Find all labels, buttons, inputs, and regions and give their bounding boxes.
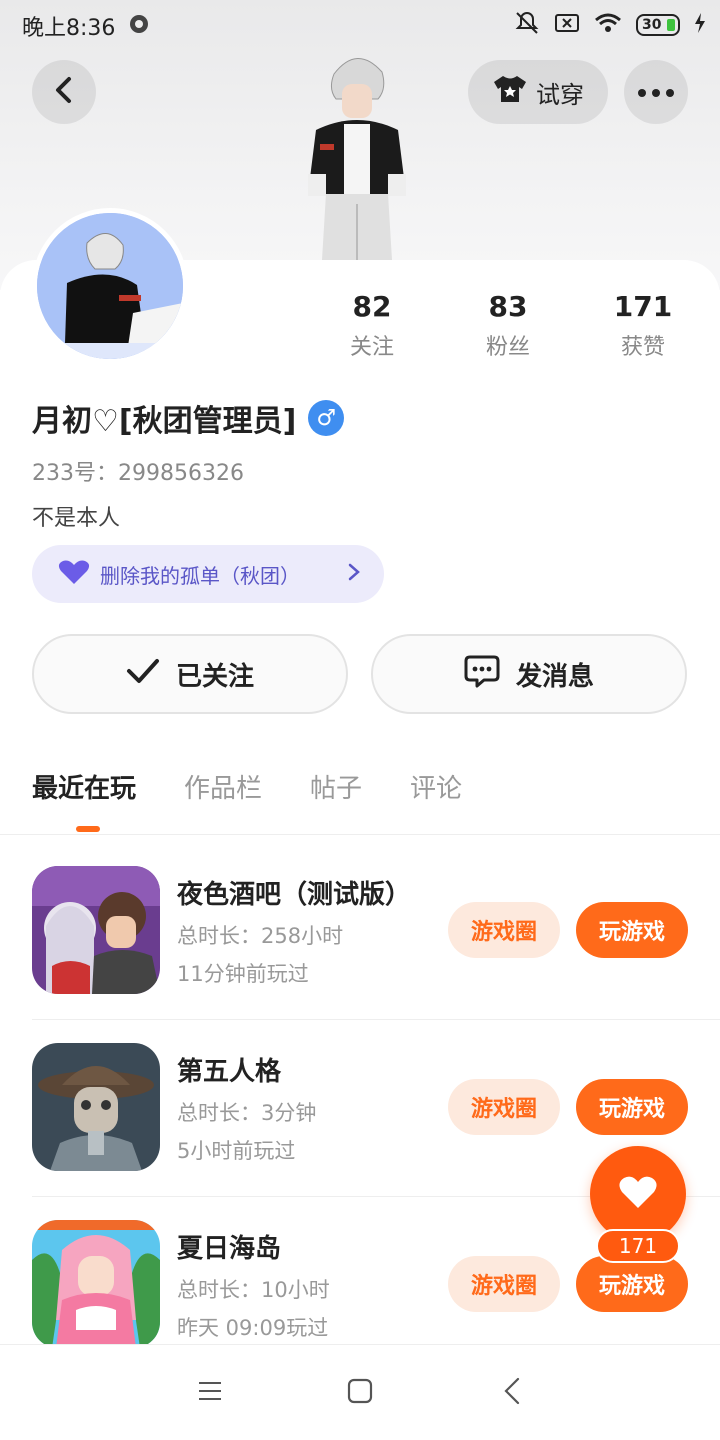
heart-icon: [58, 559, 90, 590]
active-tab-indicator: [76, 826, 100, 832]
row-divider: [32, 1019, 720, 1020]
status-icons: 30: [514, 10, 706, 40]
tab-recently-played[interactable]: 最近在玩: [32, 768, 136, 817]
heart-icon: [618, 1174, 658, 1214]
stat-label: 粉丝: [485, 335, 530, 360]
game-icon-identity-v: [32, 1043, 160, 1171]
message-notification-icon: [128, 13, 150, 39]
list-item[interactable]: 夏日海岛 总时长：10小时 昨天 09:09玩过 游戏圈 玩游戏: [32, 1220, 688, 1348]
avatar-3d-figure: [292, 44, 422, 260]
sim-off-icon: [554, 12, 580, 38]
stat-following[interactable]: 82 关注: [312, 290, 432, 361]
charging-icon: [694, 12, 706, 38]
checkmark-icon: [126, 658, 160, 691]
tab-posts[interactable]: 帖子: [310, 768, 362, 817]
game-icon-summer-island: [32, 1220, 160, 1348]
chat-bubble-icon: [464, 654, 500, 695]
stat-followers[interactable]: 83 粉丝: [448, 290, 568, 361]
game-title: 夏日海岛: [177, 1234, 282, 1264]
game-last-played: 11分钟前玩过: [177, 962, 309, 986]
battery-icon: 30: [636, 14, 680, 36]
username: 月初♡[秋团管理员]: [32, 404, 297, 439]
battery-level: 30: [642, 17, 662, 33]
user-id: 233号：299856326: [32, 461, 244, 486]
nav-back-button[interactable]: [492, 1373, 532, 1413]
mute-icon: [514, 10, 540, 40]
message-label: 发消息: [515, 661, 594, 692]
chevron-right-icon: [348, 562, 360, 586]
stat-value: 83: [488, 290, 528, 323]
try-on-label: 试穿: [536, 80, 584, 109]
stat-value: 171: [613, 290, 673, 323]
tshirt-icon: [492, 74, 528, 110]
back-arrow-icon: [503, 1377, 521, 1409]
game-icon-night-bar: [32, 866, 160, 994]
followed-button[interactable]: 已关注: [32, 634, 348, 714]
game-duration: 总时长：3分钟: [177, 1101, 317, 1125]
profile-tabs: 最近在玩 作品栏 帖子 评论: [32, 768, 462, 817]
play-game-button[interactable]: 玩游戏: [576, 1256, 688, 1312]
menu-icon: [198, 1381, 222, 1405]
chevron-left-icon: [52, 76, 76, 108]
status-bar: 晚上8:36 30: [0, 0, 720, 50]
group-label: 删除我的孤单（秋团）: [100, 563, 300, 588]
follow-label: 已关注: [175, 661, 254, 692]
back-button[interactable]: [32, 60, 96, 124]
stat-likes[interactable]: 171 获赞: [583, 290, 703, 361]
gender-male-icon: ♂: [308, 400, 345, 436]
home-button[interactable]: [340, 1373, 380, 1413]
game-circle-button[interactable]: 游戏圈: [448, 1256, 560, 1312]
wifi-icon: [594, 12, 622, 38]
game-title: 夜色酒吧（测试版）: [177, 880, 412, 910]
status-time: 晚上8:36: [22, 16, 116, 41]
game-circle-button[interactable]: 游戏圈: [448, 902, 560, 958]
stat-label: 关注: [349, 335, 394, 360]
user-bio: 不是本人: [32, 506, 121, 531]
tab-works[interactable]: 作品栏: [184, 768, 262, 817]
profile-stats: 82 关注 83 粉丝 171 获赞: [310, 290, 710, 370]
more-dots-icon: [637, 83, 675, 102]
game-title: 第五人格: [177, 1057, 282, 1087]
group-badge-button[interactable]: 删除我的孤单（秋团）: [32, 545, 384, 603]
play-game-button[interactable]: 玩游戏: [576, 902, 688, 958]
try-on-button[interactable]: 试穿: [468, 60, 608, 124]
game-circle-button[interactable]: 游戏圈: [448, 1079, 560, 1135]
system-navigation-bar: [0, 1344, 720, 1440]
like-count: 171: [596, 1229, 680, 1263]
game-duration: 总时长：10小时: [177, 1278, 330, 1302]
play-game-button[interactable]: 玩游戏: [576, 1079, 688, 1135]
list-item[interactable]: 夜色酒吧（测试版） 总时长：258小时 11分钟前玩过 游戏圈 玩游戏: [32, 866, 688, 994]
game-duration: 总时长：258小时: [177, 924, 344, 948]
stat-value: 82: [352, 290, 392, 323]
tab-comments[interactable]: 评论: [410, 768, 462, 817]
username-row: 月初♡[秋团管理员] ♂: [32, 396, 345, 440]
list-item[interactable]: 第五人格 总时长：3分钟 5小时前玩过 游戏圈 玩游戏: [32, 1043, 688, 1171]
game-last-played: 昨天 09:09玩过: [177, 1316, 329, 1340]
menu-button[interactable]: [190, 1373, 230, 1413]
send-message-button[interactable]: 发消息: [371, 634, 687, 714]
tabs-divider: [0, 834, 720, 835]
more-options-button[interactable]: [624, 60, 688, 124]
game-last-played: 5小时前玩过: [177, 1139, 296, 1163]
like-button[interactable]: [590, 1146, 686, 1242]
avatar[interactable]: [32, 208, 188, 364]
stat-label: 获赞: [620, 335, 665, 360]
home-square-icon: [347, 1378, 373, 1408]
